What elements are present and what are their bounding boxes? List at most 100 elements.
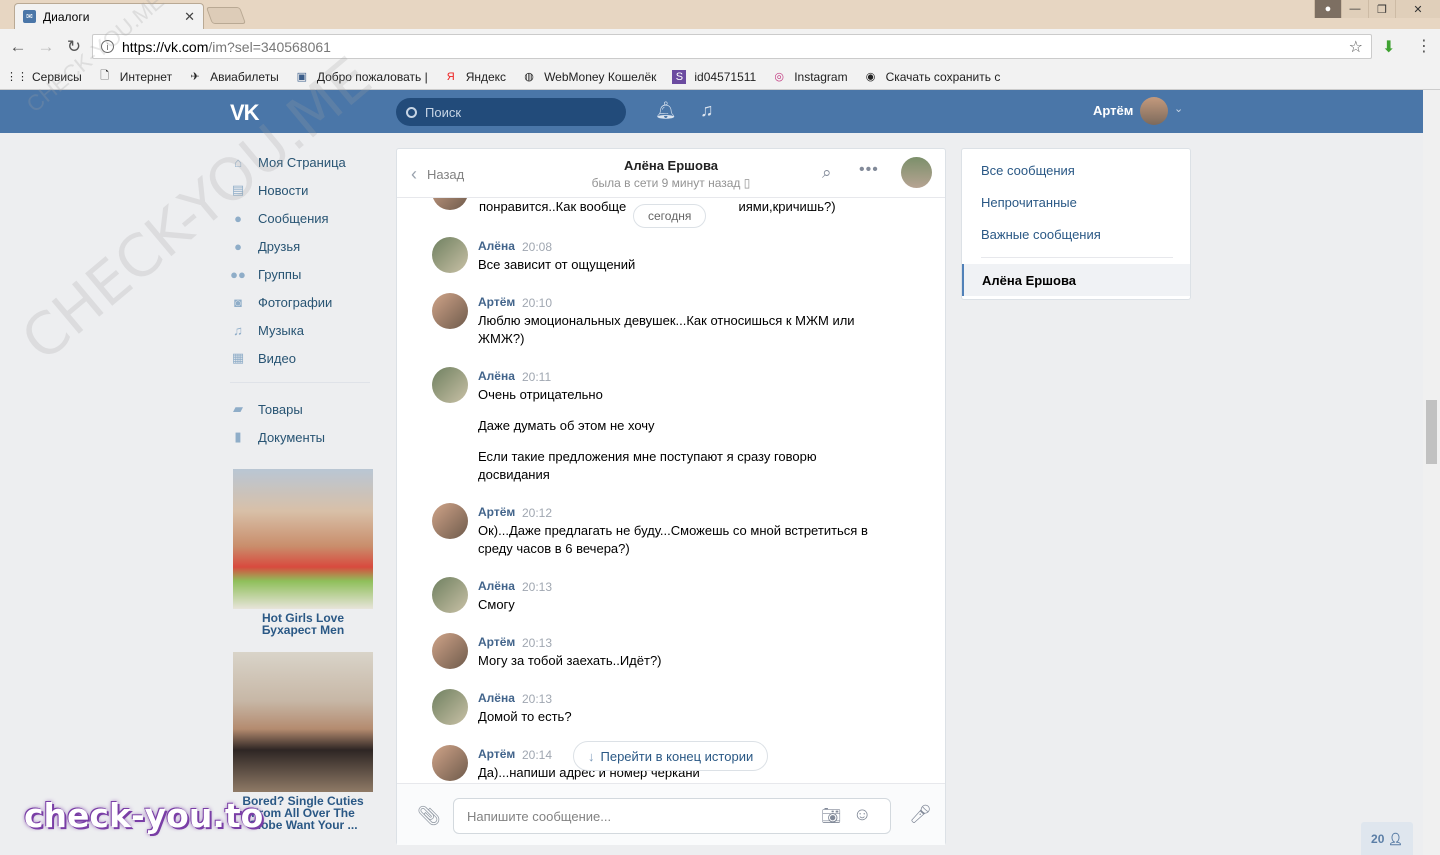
message-author[interactable]: Артём <box>478 747 515 761</box>
left-menu-label: Документы <box>258 429 326 445</box>
bag-icon: ▰ <box>233 401 243 416</box>
avatar[interactable] <box>432 198 468 210</box>
download-extension-icon[interactable]: ⬇ <box>1382 37 1395 57</box>
message-author[interactable]: Алёна <box>478 691 515 705</box>
left-menu-item[interactable]: ⌂ Моя Страница <box>230 148 380 176</box>
left-menu-item[interactable]: ▤ Новости <box>230 176 380 204</box>
message-author[interactable]: Алёна <box>478 239 515 253</box>
forward-arrow-icon[interactable]: → <box>36 37 56 57</box>
avatar[interactable] <box>432 293 468 329</box>
message-author[interactable]: Артём <box>478 635 515 649</box>
bookmark-item[interactable]: ◎ Instagram <box>772 70 847 84</box>
message-author[interactable]: Алёна <box>478 369 515 383</box>
attach-icon[interactable]: 📎︎ <box>417 804 441 828</box>
browser-tab[interactable]: ✉ Диалоги ✕ <box>14 3 204 29</box>
message-author[interactable]: Артём <box>478 505 515 519</box>
left-menu-item[interactable]: ● Сообщения <box>230 204 380 232</box>
message-time[interactable]: 20:11 <box>522 370 551 384</box>
message-author[interactable]: Артём <box>478 295 515 309</box>
goto-end-button[interactable]: ↓ Перейти в конец истории <box>573 741 769 771</box>
filter-important[interactable]: Важные сообщения <box>981 227 1101 242</box>
tab-close-icon[interactable]: ✕ <box>184 9 195 25</box>
address-bar[interactable]: i https://vk.com/im?sel=340568061 ☆ <box>92 34 1372 59</box>
left-menu-label: Друзья <box>258 238 301 254</box>
left-menu-item[interactable]: ◙ Фотографии <box>230 288 380 316</box>
friend-icon: ● <box>234 238 242 254</box>
ad-image[interactable] <box>233 652 373 792</box>
left-menu-item[interactable]: ▮ Документы <box>230 423 380 451</box>
info-icon[interactable]: i <box>101 40 114 53</box>
bell-icon[interactable]: 🔔︎ <box>655 101 677 121</box>
message-history[interactable]: понравится..Как вообще иями,кричишь?) се… <box>397 198 945 783</box>
bookmark-item[interactable]: Sid04571511 <box>672 69 757 84</box>
bookmark-label: id04571511 <box>694 69 757 84</box>
avatar[interactable] <box>432 367 468 403</box>
bookmark-item[interactable]: ⋮⋮ Сервисы <box>6 70 82 84</box>
avatar[interactable] <box>432 237 468 273</box>
camera-icon: ◙ <box>234 294 242 310</box>
minimize-icon[interactable]: — <box>1341 0 1368 18</box>
document-icon: ▮ <box>234 429 242 444</box>
bookmark-item[interactable]: ✈ Авиабилеты <box>188 70 278 84</box>
bookmark-item[interactable]: ▣ Добро пожаловать | <box>295 70 428 84</box>
watermark-bottom: check-you.to <box>24 796 264 835</box>
avatar[interactable] <box>432 633 468 669</box>
mobile-icon: ▯ <box>743 176 751 190</box>
music-player-icon[interactable]: ♫ <box>700 100 714 121</box>
avatar[interactable] <box>432 577 468 613</box>
left-menu-label: Товары <box>258 401 303 417</box>
bookmark-item[interactable]: ◍ WebMoney Кошелёк <box>522 70 656 84</box>
vk-header: VK Поиск 🔔︎ ♫ Артём ⌄ <box>0 90 1423 133</box>
message-time[interactable]: 20:10 <box>522 296 552 310</box>
search-icon[interactable]: ⌕ <box>822 163 832 183</box>
avatar[interactable] <box>1140 97 1168 125</box>
camera-icon[interactable]: 📷︎ <box>821 806 841 826</box>
left-menu-item[interactable]: ▦ Видео <box>230 344 380 372</box>
filter-unread[interactable]: Непрочитанные <box>981 195 1077 210</box>
left-menu-label: Сообщения <box>258 210 329 226</box>
message-time[interactable]: 20:14 <box>522 748 552 762</box>
video-icon: ▦ <box>231 350 245 365</box>
avatar[interactable] <box>432 503 468 539</box>
left-menu-item[interactable]: ▰ Товары <box>230 395 380 423</box>
avatar[interactable] <box>432 689 468 725</box>
page-scrollbar[interactable] <box>1423 90 1440 855</box>
scrollbar-thumb[interactable] <box>1426 400 1437 464</box>
header-user-name[interactable]: Артём <box>1093 103 1133 118</box>
browser-menu-icon[interactable]: ⋮ <box>1416 36 1432 56</box>
left-menu-item[interactable]: ● Друзья <box>230 232 380 260</box>
message-author[interactable]: Алёна <box>478 579 515 593</box>
search-input[interactable]: Поиск <box>396 98 626 126</box>
message-time[interactable]: 20:13 <box>522 692 552 706</box>
ad-block-1[interactable]: Hot Girls Love Бухарест Men <box>233 469 373 636</box>
vk-logo-icon[interactable]: VK <box>230 100 260 126</box>
filter-all-messages[interactable]: Все сообщения <box>981 163 1075 178</box>
active-chat-item[interactable]: Алёна Ершова <box>962 264 1190 296</box>
reload-icon[interactable]: ↻ <box>64 37 84 57</box>
message-time[interactable]: 20:13 <box>522 580 552 594</box>
peer-avatar[interactable] <box>901 157 932 188</box>
new-tab-button[interactable] <box>205 7 247 24</box>
bookmark-star-icon[interactable]: ☆ <box>1349 37 1363 57</box>
online-friends-badge[interactable]: 20 👤︎ <box>1361 822 1413 855</box>
left-menu-item[interactable]: ●● Группы <box>230 260 380 288</box>
restore-icon[interactable]: ❐ <box>1368 0 1395 18</box>
avatar[interactable] <box>432 745 468 781</box>
bookmark-item[interactable]: ◉ Скачать сохранить с <box>864 70 1001 84</box>
profile-icon[interactable]: ● <box>1314 0 1341 18</box>
message-time[interactable]: 20:13 <box>522 636 552 650</box>
ad-title[interactable]: Hot Girls Love Бухарест Men <box>233 612 373 636</box>
ad-image[interactable] <box>233 469 373 609</box>
message-time[interactable]: 20:12 <box>522 506 552 520</box>
close-window-icon[interactable]: ✕ <box>1395 0 1440 18</box>
emoji-icon[interactable]: ☺ <box>853 804 871 825</box>
more-icon[interactable]: ••• <box>859 161 879 179</box>
chevron-down-icon[interactable]: ⌄ <box>1174 102 1183 115</box>
bookmark-item[interactable]: 🗋︎ Интернет <box>98 70 172 84</box>
bookmark-item[interactable]: Я Яндекс <box>444 70 506 84</box>
left-menu-label: Музыка <box>258 322 304 338</box>
microphone-icon[interactable]: 🎤︎ <box>909 804 932 825</box>
back-arrow-icon[interactable]: ← <box>8 37 28 57</box>
message-time[interactable]: 20:08 <box>522 240 552 254</box>
left-menu-item[interactable]: ♫ Музыка <box>230 316 380 344</box>
